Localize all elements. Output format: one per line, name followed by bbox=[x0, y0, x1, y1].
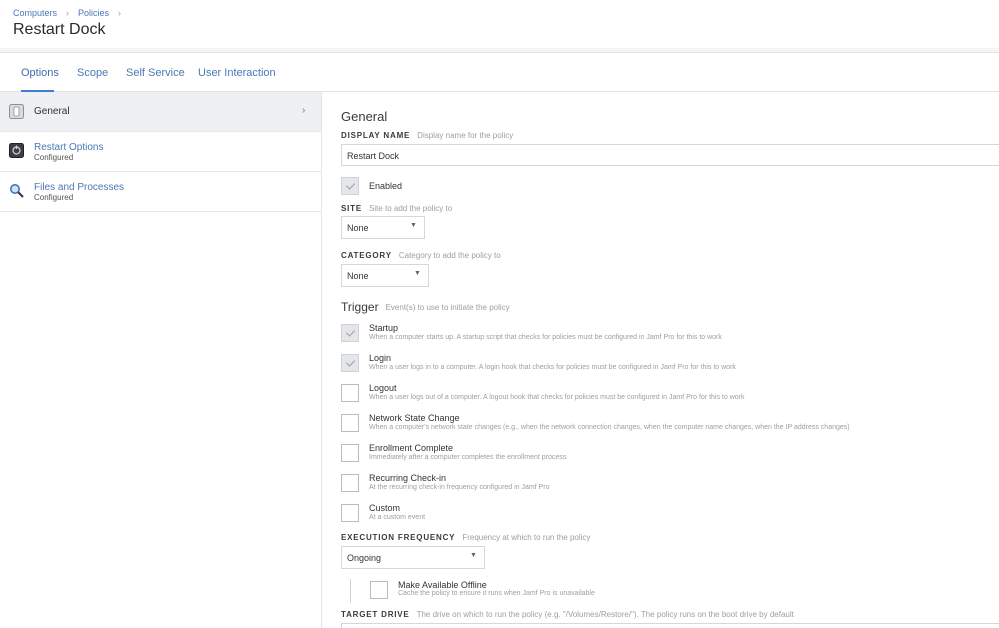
trigger-label: Custom bbox=[369, 503, 401, 513]
sidebar-item-general[interactable]: General › bbox=[0, 92, 321, 132]
dropdown-arrow-icon: ▼ bbox=[470, 552, 477, 559]
tab-options[interactable]: Options bbox=[21, 67, 59, 79]
display-name-input[interactable]: Restart Dock bbox=[341, 144, 999, 166]
trigger-description: At the recurring check-in frequency conf… bbox=[369, 484, 550, 491]
select-value: None bbox=[347, 271, 369, 281]
section-heading-trigger: Trigger bbox=[341, 300, 379, 314]
target-drive-label: TARGET DRIVE The drive on which to run t… bbox=[341, 610, 794, 619]
trigger-label: Logout bbox=[369, 383, 397, 393]
dropdown-arrow-icon: ▼ bbox=[414, 270, 421, 277]
tab-self-service[interactable]: Self Service bbox=[126, 67, 185, 79]
field-label: DISPLAY NAME bbox=[341, 131, 411, 140]
select-value: Ongoing bbox=[347, 553, 382, 563]
page-header: Computers › Policies › Restart Dock bbox=[0, 0, 999, 48]
site-label: SITE Site to add the policy to bbox=[341, 204, 452, 213]
trigger-description: At a custom event bbox=[369, 514, 426, 521]
trigger-header: Trigger Event(s) to use to initiate the … bbox=[341, 300, 510, 314]
main-panel: General DISPLAY NAME Display name for th… bbox=[322, 92, 999, 628]
tab-scope[interactable]: Scope bbox=[77, 67, 108, 79]
breadcrumb-separator-icon: › bbox=[118, 8, 122, 18]
trigger-description: When a computer's network state changes … bbox=[369, 424, 850, 431]
sidebar-item-status: Configured bbox=[34, 193, 74, 202]
trigger-label: Network State Change bbox=[369, 413, 460, 423]
make-available-offline-checkbox[interactable] bbox=[370, 581, 388, 599]
sidebar-item-restart-options[interactable]: Restart Options Configured bbox=[0, 132, 321, 172]
trigger-logout-checkbox[interactable] bbox=[341, 384, 359, 402]
field-label: CATEGORY bbox=[341, 251, 392, 260]
target-drive-input[interactable] bbox=[341, 623, 999, 628]
field-hint: The drive on which to run the policy (e.… bbox=[416, 610, 794, 619]
sidebar: General › Restart Options Configured Fil… bbox=[0, 92, 322, 628]
chevron-right-icon: › bbox=[302, 105, 306, 116]
field-label: EXECUTION FREQUENCY bbox=[341, 533, 456, 542]
general-icon bbox=[9, 104, 24, 119]
trigger-recurring-check-in-checkbox[interactable] bbox=[341, 474, 359, 492]
site-select[interactable]: None ▼ bbox=[341, 216, 425, 239]
trigger-label: Login bbox=[369, 353, 392, 363]
sidebar-item-label: General bbox=[34, 106, 70, 117]
breadcrumb-separator-icon: › bbox=[66, 8, 70, 18]
trigger-description: When a computer starts up. A startup scr… bbox=[369, 334, 722, 341]
trigger-description: When a user logs in to a computer. A log… bbox=[369, 364, 736, 371]
field-hint: Category to add the policy to bbox=[398, 251, 501, 260]
offline-description: Cache the policy to ensure it runs when … bbox=[398, 590, 595, 597]
trigger-custom-checkbox[interactable] bbox=[341, 504, 359, 522]
trigger-label: Enrollment Complete bbox=[369, 443, 454, 453]
sidebar-item-files-and-processes[interactable]: Files and Processes Configured bbox=[0, 172, 321, 212]
breadcrumb-computers[interactable]: Computers bbox=[13, 8, 57, 18]
sidebar-item-status: Configured bbox=[34, 153, 74, 162]
magnifier-icon bbox=[10, 184, 24, 198]
trigger-label: Recurring Check-in bbox=[369, 473, 447, 483]
dropdown-arrow-icon: ▼ bbox=[410, 222, 417, 229]
execution-frequency-label: EXECUTION FREQUENCY Frequency at which t… bbox=[341, 533, 590, 542]
tab-user-interaction[interactable]: User Interaction bbox=[198, 67, 276, 79]
field-hint: Site to add the policy to bbox=[368, 204, 453, 213]
section-heading-general: General bbox=[341, 109, 388, 124]
enabled-checkbox[interactable] bbox=[341, 177, 359, 195]
field-label: TARGET DRIVE bbox=[341, 610, 410, 619]
trigger-enrollment-complete-checkbox[interactable] bbox=[341, 444, 359, 462]
execution-frequency-select[interactable]: Ongoing ▼ bbox=[341, 546, 485, 569]
page-title: Restart Dock bbox=[13, 21, 106, 38]
trigger-network-state-change-checkbox[interactable] bbox=[341, 414, 359, 432]
breadcrumb-policies[interactable]: Policies bbox=[78, 8, 109, 18]
field-hint: Frequency at which to run the policy bbox=[462, 533, 591, 542]
breadcrumb: Computers › Policies › bbox=[13, 8, 130, 18]
trigger-description: When a user logs out of a computer. A lo… bbox=[369, 394, 745, 401]
display-name-label: DISPLAY NAME Display name for the policy bbox=[341, 131, 513, 140]
trigger-login-checkbox[interactable] bbox=[341, 354, 359, 372]
restart-options-icon bbox=[9, 143, 24, 158]
field-hint: Event(s) to use to initiate the policy bbox=[385, 302, 510, 312]
select-value: None bbox=[347, 223, 369, 233]
trigger-label: Startup bbox=[369, 323, 399, 333]
enabled-label: Enabled bbox=[369, 181, 403, 191]
sidebar-item-label: Files and Processes bbox=[34, 182, 125, 193]
trigger-description: Immediately after a computer completes t… bbox=[369, 454, 567, 461]
trigger-startup-checkbox[interactable] bbox=[341, 324, 359, 342]
offline-indent-line bbox=[350, 579, 351, 603]
field-hint: Display name for the policy bbox=[417, 131, 514, 140]
category-select[interactable]: None ▼ bbox=[341, 264, 429, 287]
tab-bar: Options Scope Self Service User Interact… bbox=[0, 52, 999, 92]
field-label: SITE bbox=[341, 204, 362, 213]
category-label: CATEGORY Category to add the policy to bbox=[341, 251, 501, 260]
sidebar-item-label: Restart Options bbox=[34, 142, 104, 153]
offline-label: Make Available Offline bbox=[398, 580, 487, 590]
